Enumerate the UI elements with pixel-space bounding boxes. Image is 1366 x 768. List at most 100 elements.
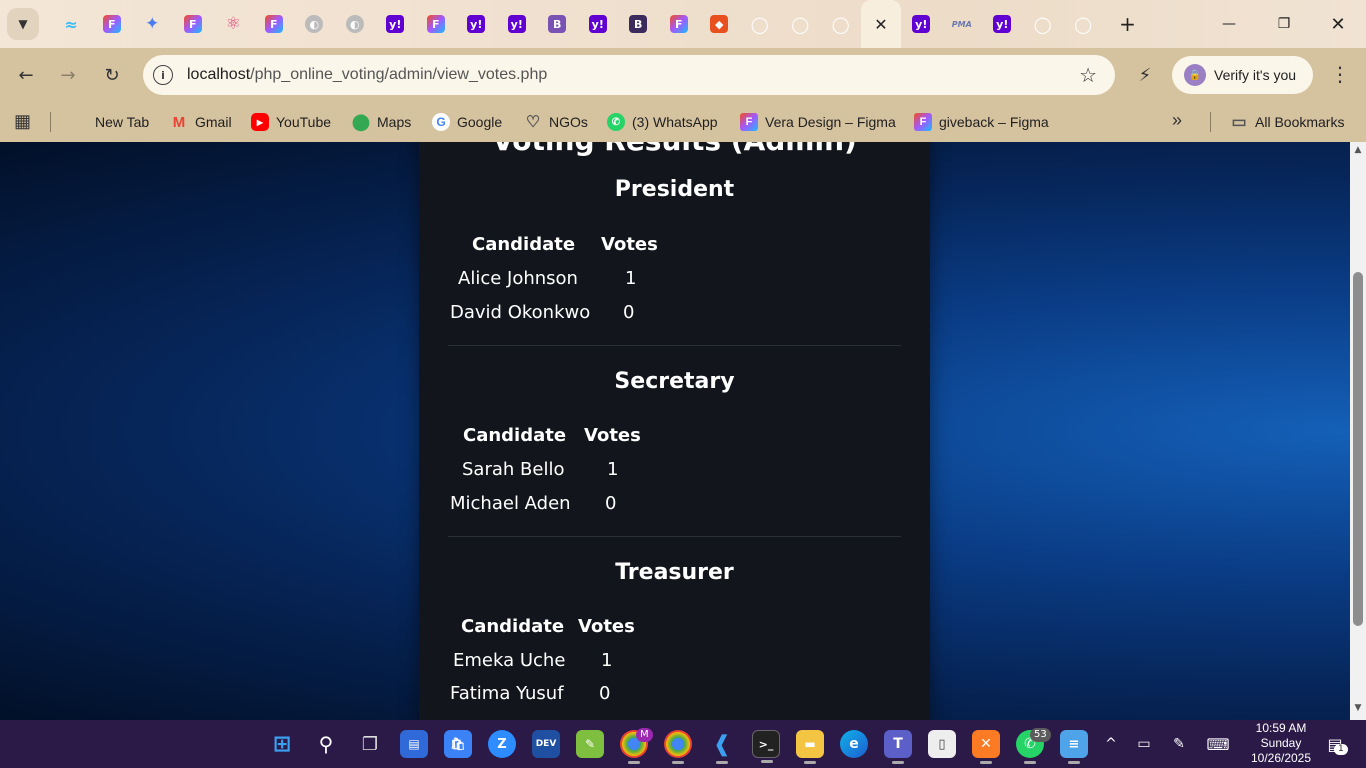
reload-icon: ↻ bbox=[104, 64, 120, 86]
close-window-button[interactable]: ✕ bbox=[1311, 0, 1365, 48]
tab-globe-2[interactable]: ◐ bbox=[335, 0, 376, 48]
tab-gemini[interactable]: ✦ bbox=[132, 0, 173, 48]
bookmark-new-tab[interactable]: New Tab bbox=[95, 110, 149, 134]
page-title: Voting Results (Admin) bbox=[419, 142, 930, 157]
bookmark-maps[interactable]: ⬤ Maps bbox=[352, 110, 411, 134]
bookmark-vera-design[interactable]: F Vera Design – Figma bbox=[740, 110, 896, 134]
dev-icon[interactable]: DEV bbox=[532, 730, 560, 758]
keyboard-icon[interactable]: ⌨ bbox=[1206, 732, 1229, 756]
figma-icon: F bbox=[914, 113, 932, 131]
tab-github-3[interactable]: ◯ bbox=[821, 0, 862, 48]
edge-icon[interactable]: e bbox=[840, 730, 868, 758]
new-tab-button[interactable]: + bbox=[1112, 8, 1144, 40]
tab-yahoo-2[interactable]: y! bbox=[456, 0, 497, 48]
tab-github-4[interactable]: ◯ bbox=[1023, 0, 1064, 48]
tab-yahoo-1[interactable]: y! bbox=[375, 0, 416, 48]
tab-figma-1[interactable]: F bbox=[92, 0, 133, 48]
bookmark-google[interactable]: G Google bbox=[432, 110, 502, 134]
teams-icon[interactable]: T bbox=[884, 730, 912, 764]
tab-search-button[interactable]: ▼ bbox=[7, 8, 39, 40]
browser-menu-icon[interactable]: ⋮ bbox=[1328, 62, 1352, 88]
bookmark-separator bbox=[50, 112, 51, 132]
bookmark-youtube[interactable]: ▶ YouTube bbox=[251, 110, 331, 134]
bookmark-gmail[interactable]: M Gmail bbox=[170, 110, 232, 134]
brave-icon: ◆ bbox=[710, 15, 729, 33]
tab-figma-2[interactable]: F bbox=[173, 0, 214, 48]
tab-globe-1[interactable]: ◐ bbox=[294, 0, 335, 48]
minimize-button[interactable]: — bbox=[1202, 0, 1256, 48]
scroll-thumb[interactable] bbox=[1353, 272, 1363, 626]
scroll-up-arrow-icon[interactable]: ▲ bbox=[1350, 145, 1366, 159]
tab-tailwind[interactable]: ≈ bbox=[51, 0, 92, 48]
windows-taskbar: ⊞ ⚲ ❐ ▤ 🛍 Z DEV ✎ M ❰ >_ ▬ e T ▯ ✕ ✆ 53 … bbox=[0, 720, 1366, 768]
section-divider bbox=[448, 536, 901, 537]
tab-yahoo-5[interactable]: y! bbox=[901, 0, 942, 48]
tab-yahoo-4[interactable]: y! bbox=[578, 0, 619, 48]
page-scrollbar[interactable]: ▲ ▼ bbox=[1350, 142, 1366, 720]
zoom-icon[interactable]: Z bbox=[488, 730, 516, 758]
pen-icon[interactable]: ✎ bbox=[1168, 732, 1190, 756]
tab-bootstrap[interactable]: B bbox=[537, 0, 578, 48]
vscode-icon[interactable]: ❰ bbox=[708, 730, 736, 764]
address-url[interactable]: localhost/php_online_voting/admin/view_v… bbox=[187, 66, 547, 84]
plus-icon: + bbox=[1119, 12, 1136, 36]
chrome-icon[interactable] bbox=[664, 730, 692, 764]
xampp-icon[interactable]: ✕ bbox=[972, 730, 1000, 764]
all-bookmarks-label: All Bookmarks bbox=[1255, 114, 1345, 130]
yahoo-icon: y! bbox=[386, 15, 405, 33]
widgets-icon[interactable]: ▤ bbox=[400, 730, 428, 758]
site-info-icon[interactable]: i bbox=[153, 65, 173, 85]
tab-brave[interactable]: ◆ bbox=[699, 0, 740, 48]
figma-icon: F bbox=[183, 15, 202, 33]
tab-github-2[interactable]: ◯ bbox=[780, 0, 821, 48]
gmail-icon: M bbox=[172, 113, 186, 131]
file-explorer-icon[interactable]: ▬ bbox=[796, 730, 824, 764]
figma-icon: F bbox=[102, 15, 121, 33]
restore-button[interactable]: ❐ bbox=[1257, 0, 1311, 48]
tab-figma-4[interactable]: F bbox=[416, 0, 457, 48]
bookmark-whatsapp[interactable]: ✆ (3) WhatsApp bbox=[607, 110, 718, 134]
search-icon[interactable]: ⚲ bbox=[312, 730, 340, 758]
store-icon[interactable]: 🛍 bbox=[444, 730, 472, 758]
bookmark-giveback[interactable]: Fgiveback – Figma bbox=[914, 110, 1049, 134]
battery-icon[interactable]: ▭ bbox=[1133, 732, 1155, 756]
system-clock[interactable]: 10:59 AM Sunday 10/26/2025 bbox=[1238, 721, 1324, 766]
tab-github-5[interactable]: ◯ bbox=[1063, 0, 1104, 48]
forward-button[interactable]: → bbox=[50, 57, 86, 93]
bookmark-star-icon[interactable]: ☆ bbox=[1079, 63, 1097, 87]
tab-yahoo-3[interactable]: y! bbox=[497, 0, 538, 48]
bookmark-ngos[interactable]: ♡ NGOs bbox=[524, 110, 588, 134]
chevron-double-right-icon[interactable]: » bbox=[1172, 110, 1182, 131]
performance-icon[interactable]: ⚡ bbox=[1132, 62, 1158, 88]
all-bookmarks-button[interactable]: ▭ All Bookmarks bbox=[1230, 110, 1344, 134]
tab-github-1[interactable]: ◯ bbox=[740, 0, 781, 48]
scroll-down-arrow-icon[interactable]: ▼ bbox=[1350, 703, 1366, 717]
notepad-icon[interactable]: ≡ bbox=[1060, 730, 1088, 764]
chevron-up-icon[interactable]: ^ bbox=[1100, 732, 1122, 756]
tab-active-view-votes[interactable]: ✕ bbox=[861, 0, 901, 48]
figma-icon: F bbox=[669, 15, 688, 33]
terminal-icon[interactable]: >_ bbox=[752, 730, 780, 763]
tailwind-icon: ≈ bbox=[64, 14, 78, 34]
github-icon: ◯ bbox=[1074, 14, 1093, 34]
close-icon[interactable]: ✕ bbox=[872, 15, 890, 34]
tab-figma-3[interactable]: F bbox=[254, 0, 295, 48]
tab-yahoo-6[interactable]: y! bbox=[982, 0, 1023, 48]
bookmark-label: (3) WhatsApp bbox=[632, 114, 718, 130]
notepad-plus-icon[interactable]: ✎ bbox=[576, 730, 604, 758]
address-bar[interactable]: i localhost/php_online_voting/admin/view… bbox=[143, 55, 1115, 95]
verify-profile-button[interactable]: 🔒 Verify it's you bbox=[1172, 56, 1313, 94]
tab-bootstrap-dark[interactable]: B bbox=[618, 0, 659, 48]
windows-start-icon[interactable]: ⊞ bbox=[268, 730, 296, 758]
arrow-left-icon: ← bbox=[18, 64, 34, 86]
back-button[interactable]: ← bbox=[8, 57, 44, 93]
tab-figma-5[interactable]: F bbox=[659, 0, 700, 48]
reload-button[interactable]: ↻ bbox=[94, 57, 130, 93]
apps-grid-icon[interactable]: ▦ bbox=[14, 111, 34, 131]
tab-phpmyadmin[interactable]: PMA bbox=[942, 0, 983, 48]
candidate-name: Alice Johnson bbox=[458, 268, 578, 289]
task-view-icon[interactable]: ❐ bbox=[356, 730, 384, 758]
tab-react[interactable]: ⚛ bbox=[213, 0, 254, 48]
google-icon: G bbox=[432, 113, 450, 131]
document-icon[interactable]: ▯ bbox=[928, 730, 956, 758]
